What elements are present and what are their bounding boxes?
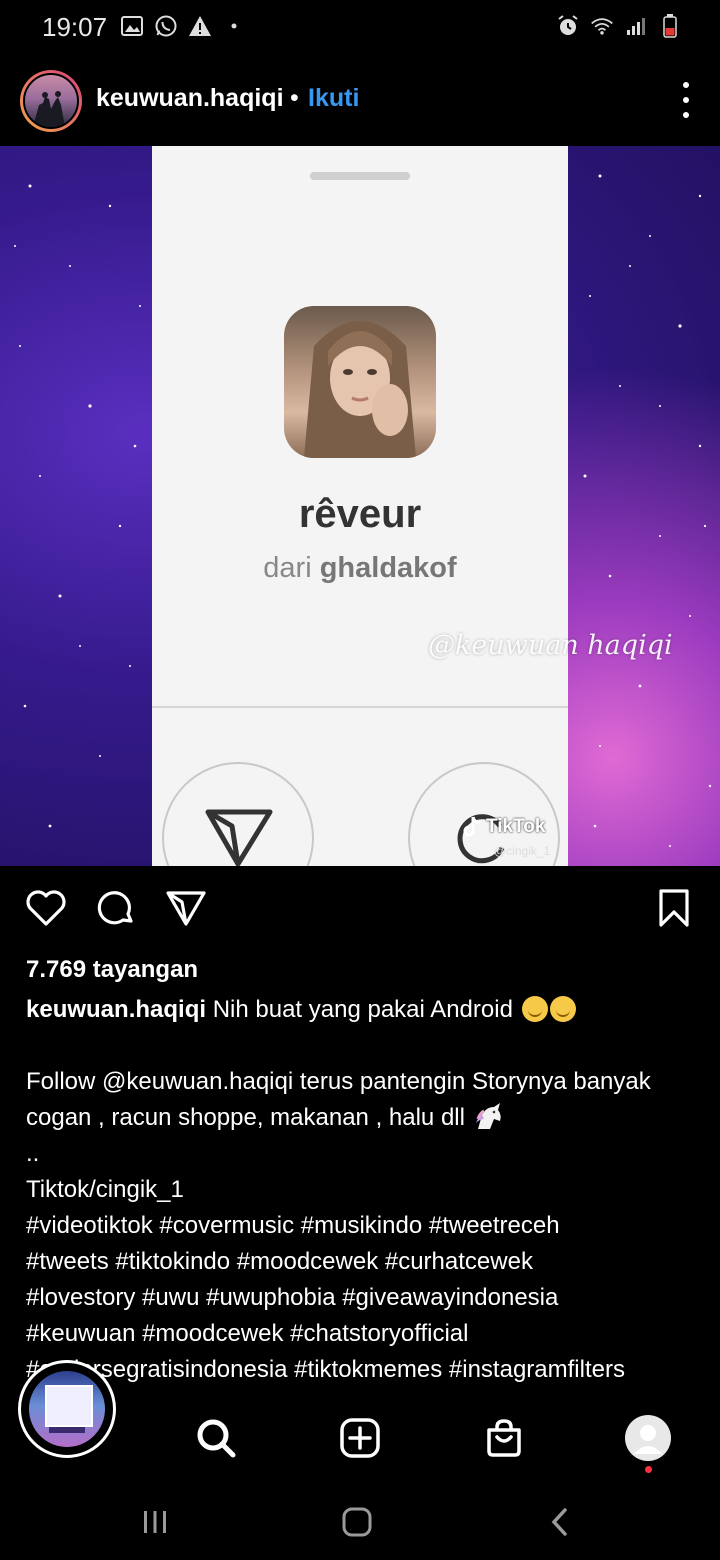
song-cover-image — [284, 306, 436, 458]
recent-apps-icon[interactable] — [140, 1504, 170, 1540]
add-post-icon[interactable] — [332, 1410, 388, 1466]
caption-line: .. — [26, 1140, 40, 1167]
post-caption: keuwuan.haqiqi Nih buat yang pakai Andro… — [26, 992, 706, 1388]
caption-hashtags[interactable]: #endorsegratisindonesia #tiktokmemes #in… — [26, 1352, 706, 1388]
user-avatar[interactable] — [20, 70, 82, 132]
share-icon[interactable] — [164, 886, 208, 930]
tiktok-share-card: rêveur dari ghaldakof — [152, 146, 568, 866]
home-reel-thumbnail[interactable] — [18, 1360, 116, 1458]
more-options-icon[interactable] — [678, 82, 694, 118]
heart-icon[interactable] — [24, 886, 68, 930]
avatar-image — [23, 73, 79, 129]
song-title: rêveur — [298, 492, 422, 536]
header-separator: • — [290, 84, 299, 112]
caption-hashtags[interactable]: #keuwuan #moodcewek #chatstoryofficial — [26, 1316, 706, 1352]
caption-line: Tiktok/cingik_1 — [26, 1176, 184, 1203]
signal-icon — [624, 14, 648, 38]
caption-text: Nih buat yang pakai Android — [212, 996, 513, 1023]
caption-username[interactable]: keuwuan.haqiqi — [26, 996, 206, 1023]
card-divider — [152, 706, 568, 708]
caption-line: Follow @keuwuan.haqiqi terus pantengin S… — [26, 1068, 651, 1095]
post-header: keuwuan.haqiqi • Ikuti — [0, 68, 720, 134]
tiktok-logo: TikTok — [462, 816, 545, 838]
back-icon[interactable] — [546, 1504, 572, 1540]
post-media[interactable]: rêveur dari ghaldakof @keuwuan haqiqi Ti… — [0, 146, 720, 866]
profile-icon[interactable] — [620, 1410, 676, 1466]
more-notifications-dot-icon — [222, 14, 246, 38]
unicorn-emoji-icon — [475, 1103, 501, 1129]
system-navigation — [0, 1484, 720, 1560]
status-notification-icons — [120, 14, 246, 38]
battery-icon — [658, 14, 682, 38]
reel-thumbnail-image — [29, 1371, 105, 1447]
post-username[interactable]: keuwuan.haqiqi — [96, 84, 284, 113]
follow-button[interactable]: Ikuti — [308, 84, 359, 113]
drag-handle — [310, 172, 410, 180]
smile-emoji-icon — [549, 996, 576, 1022]
song-artist-name: ghaldakof — [319, 552, 457, 584]
caption-line: cogan , racun shoppe, makanan , halu dll — [26, 1104, 465, 1131]
bookmark-icon[interactable] — [652, 886, 696, 930]
caption-hashtags[interactable]: #lovestory #uwu #uwuphobia #giveawayindo… — [26, 1280, 706, 1316]
search-icon[interactable] — [188, 1410, 244, 1466]
caption-hashtags[interactable]: #tweets #tiktokindo #moodcewek #curhatce… — [26, 1244, 706, 1280]
tiktok-label: TikTok — [486, 816, 546, 837]
caption-hashtags[interactable]: #videotiktok #covermusic #musikindo #twe… — [26, 1208, 706, 1244]
warning-icon — [188, 14, 212, 38]
status-time: 19:07 — [42, 12, 108, 42]
tiktok-icon — [463, 816, 481, 837]
alarm-icon — [556, 14, 580, 38]
song-artist-prefix: dari — [263, 552, 312, 584]
whatsapp-icon — [154, 14, 178, 38]
watermark-text: @keuwuan haqiqi — [428, 630, 673, 661]
home-icon[interactable] — [340, 1504, 374, 1540]
post-actions — [0, 886, 720, 936]
song-artist: dari ghaldakof — [152, 552, 568, 585]
send-circle — [162, 762, 314, 866]
status-bar: 19:07 — [0, 0, 720, 56]
smile-emoji-icon — [521, 996, 548, 1022]
send-icon — [205, 809, 273, 866]
gallery-icon — [120, 14, 144, 38]
wifi-icon — [590, 14, 614, 38]
view-count[interactable]: 7.769 tayangan — [26, 956, 198, 984]
tiktok-handle: @cingik_1 — [494, 844, 551, 858]
comment-icon[interactable] — [94, 886, 138, 930]
shop-icon[interactable] — [476, 1410, 532, 1466]
caption-blank — [26, 1028, 706, 1064]
status-system-icons — [556, 14, 682, 38]
profile-notification-dot — [645, 1466, 652, 1473]
